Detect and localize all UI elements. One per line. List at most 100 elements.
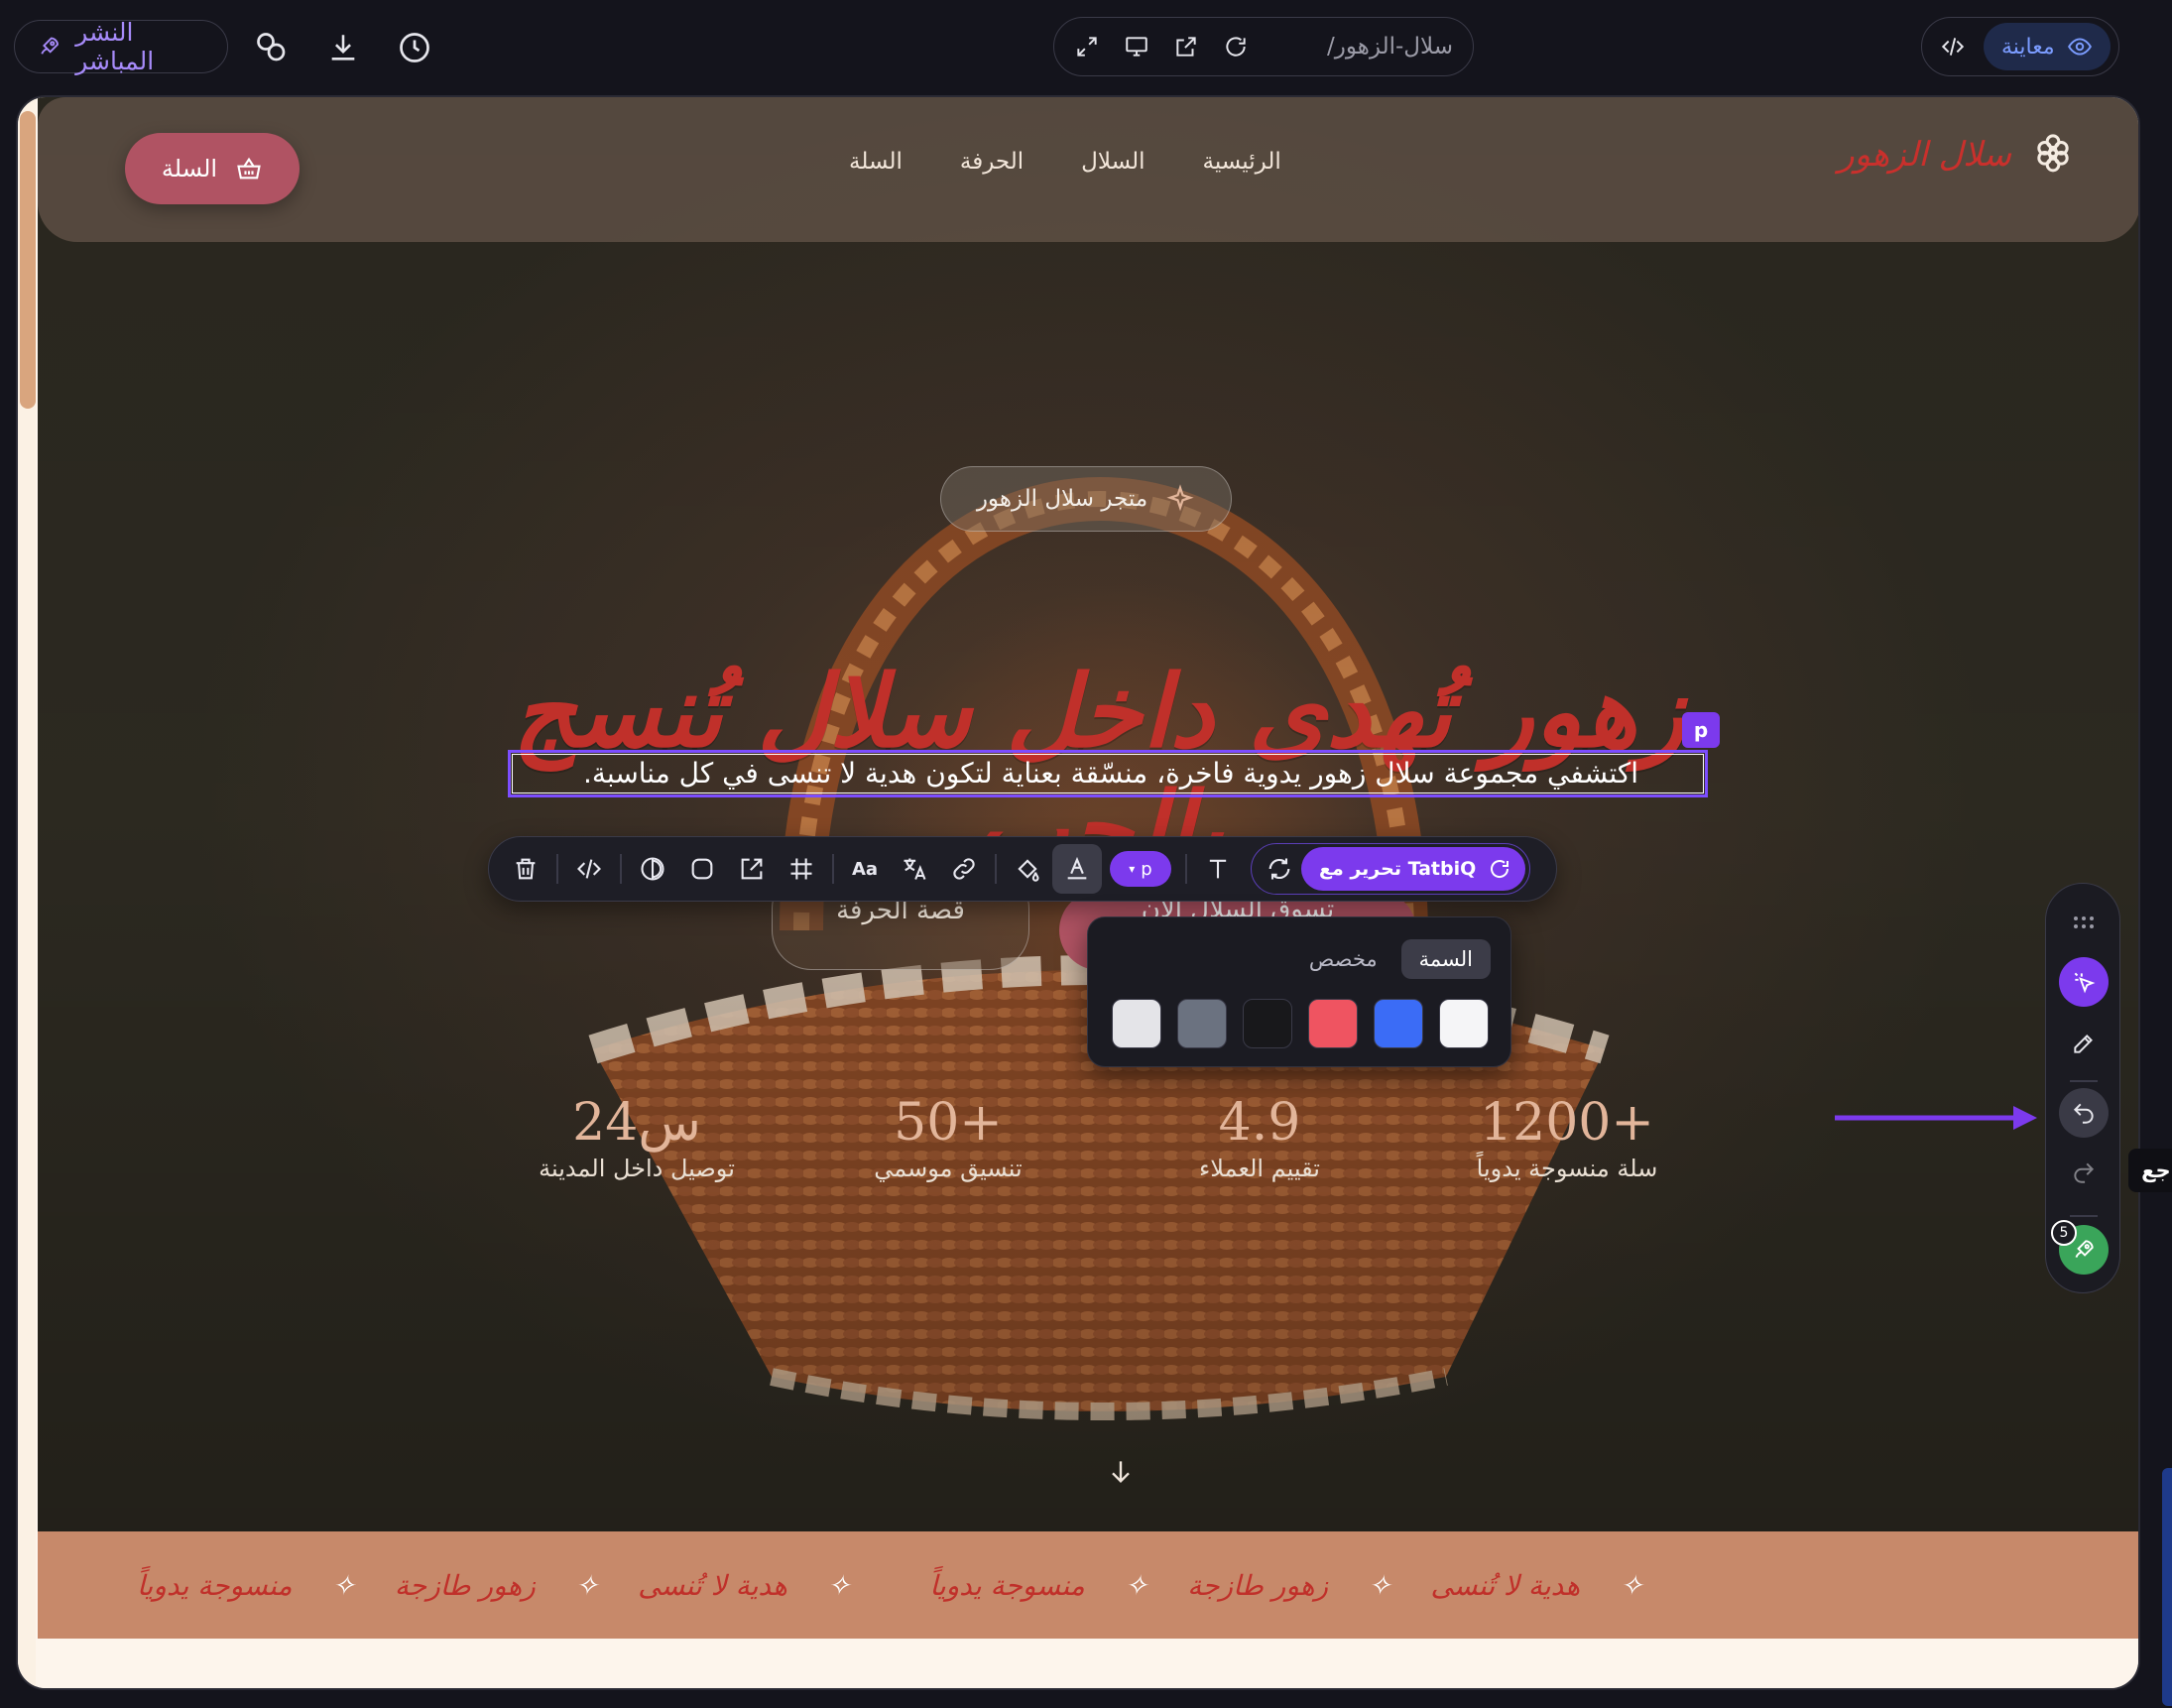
edge-panel-tab[interactable]: [2162, 1468, 2172, 1706]
chevron-down-icon: ▾: [1129, 862, 1136, 876]
sparkle-icon: ✧: [1620, 1568, 1643, 1602]
editor-topbar: النشر المباشر /سلال-الزهور معاينة: [0, 0, 2172, 94]
undo-tooltip: تراجع: [2128, 1149, 2172, 1192]
drag-handle-icon[interactable]: [2059, 898, 2109, 947]
swatch-white[interactable]: [1439, 999, 1489, 1048]
pending-changes-badge: 5: [2051, 1220, 2077, 1246]
ai-refresh-icon: [1491, 860, 1509, 878]
stat-label: تقييم العملاء: [1199, 1155, 1320, 1182]
stat-baskets: 1200+ سلة منسوجة يدوياً: [1448, 1093, 1686, 1182]
url-bar[interactable]: /سلال-الزهور: [1053, 17, 1474, 76]
badge-label: متجر سلال الزهور: [976, 486, 1148, 512]
tab-custom[interactable]: مخصص: [1309, 947, 1378, 971]
swatch-blue[interactable]: [1374, 999, 1423, 1048]
preview-label: معاينة: [2001, 34, 2055, 60]
undo-icon[interactable]: [2059, 1088, 2109, 1138]
code-icon[interactable]: [564, 844, 614, 894]
tatbiq-label: تحرير مع TatbiQ: [1319, 858, 1477, 880]
divider: [832, 854, 834, 884]
edit-with-tatbiq-button[interactable]: تحرير مع TatbiQ: [1301, 847, 1526, 891]
download-icon[interactable]: [319, 24, 367, 71]
site-navbar: السلة الرئيسية السلال الحرفة السلة سلال …: [38, 97, 2138, 242]
cart-button[interactable]: السلة: [125, 133, 300, 204]
hero-subtitle[interactable]: اكتشفي مجموعة سلال زهور يدوية فاخرة، منس…: [511, 757, 1711, 790]
edit-pen-icon[interactable]: [2059, 1019, 2109, 1068]
divider: [620, 854, 622, 884]
stat-label: توصيل داخل المدينة: [539, 1155, 735, 1182]
flower-icon: [2037, 134, 2069, 173]
marquee-strip: منسوجة يدوياً ✧ زهور طازجة ✧ هدية لا تُنسى…: [38, 1531, 2138, 1639]
text-color-icon[interactable]: [1052, 844, 1102, 894]
text-icon[interactable]: [1193, 844, 1243, 894]
marquee-item: منسوجة يدوياً ✧: [137, 1568, 355, 1602]
nav-link-craft[interactable]: الحرفة: [960, 149, 1024, 175]
cart-label: السلة: [161, 155, 218, 183]
basket-icon: [237, 157, 261, 180]
font-size-icon[interactable]: Aa: [840, 844, 890, 894]
stat-label: تنسيق موسمي: [874, 1155, 1023, 1182]
nav-link-baskets[interactable]: السلال: [1081, 149, 1145, 175]
divider: [995, 854, 997, 884]
publish-live-button[interactable]: النشر المباشر: [14, 18, 228, 75]
selected-paragraph[interactable]: اكتشفي مجموعة سلال زهور يدوية فاخرة، منس…: [508, 750, 1708, 797]
preview-group: معاينة: [1921, 17, 2119, 76]
marquee-item: هدية لا تُنسى ✧: [638, 1568, 851, 1602]
border-radius-icon[interactable]: [677, 844, 727, 894]
link-icon[interactable]: [939, 844, 989, 894]
swatch-light-grey[interactable]: [1112, 999, 1161, 1048]
swatch-red[interactable]: [1308, 999, 1358, 1048]
marquee-item: زهور طازجة ✧: [394, 1568, 599, 1602]
canvas-scrollbar[interactable]: [18, 97, 36, 1688]
regenerate-icon[interactable]: [1266, 855, 1293, 883]
sparkle-icon: ✧: [331, 1568, 355, 1602]
stat-value: 4.9: [1218, 1093, 1301, 1153]
opacity-icon[interactable]: [628, 844, 677, 894]
resize-icon[interactable]: [727, 844, 777, 894]
marquee-item: منسوجة يدوياً ✧: [929, 1568, 1148, 1602]
swatch-grey[interactable]: [1177, 999, 1227, 1048]
divider: [1185, 854, 1187, 884]
sparkle-icon: ✧: [574, 1568, 599, 1602]
swatch-black[interactable]: [1243, 999, 1292, 1048]
divider: [2070, 1215, 2098, 1217]
stat-label: سلة منسوجة يدوياً: [1476, 1155, 1658, 1182]
translate-icon[interactable]: [890, 844, 939, 894]
craft-story-label: قصة الحرفة: [836, 896, 965, 925]
element-type-dropdown[interactable]: ▾ p: [1110, 851, 1171, 887]
fill-color-icon[interactable]: [1003, 844, 1052, 894]
stat-delivery: 24س توصيل داخل المدينة: [518, 1093, 756, 1182]
element-toolbar: Aa ▾ p تحرير مع TatbiQ: [488, 836, 1557, 902]
divider: [2070, 1080, 2098, 1082]
sparkle-icon: ✧: [826, 1568, 851, 1602]
nav-links: الرئيسية السلال الحرفة السلة: [849, 149, 1281, 175]
refresh-icon[interactable]: [1223, 34, 1249, 60]
desktop-icon[interactable]: [1124, 34, 1149, 60]
rocket-icon: [41, 37, 59, 55]
sparkle-icon: ✧: [1368, 1568, 1391, 1602]
site-logo[interactable]: سلال الزهور: [1838, 133, 2073, 177]
eye-icon: [2067, 38, 2092, 56]
scroll-down-icon[interactable]: [1105, 1456, 1137, 1492]
versions-icon[interactable]: [248, 24, 296, 71]
swatch-row: [1112, 999, 1489, 1048]
element-type-label: p: [1141, 858, 1152, 880]
grid-icon[interactable]: [777, 844, 826, 894]
ai-edit-group: تحرير مع TatbiQ: [1251, 843, 1531, 895]
preview-button[interactable]: معاينة: [1984, 23, 2111, 70]
code-view-icon[interactable]: [1940, 34, 1966, 60]
redo-icon[interactable]: [2059, 1148, 2109, 1197]
stat-value: 24س: [572, 1093, 701, 1153]
nav-link-home[interactable]: الرئيسية: [1203, 149, 1281, 175]
divider: [556, 854, 558, 884]
url-path: /سلال-الزهور: [1327, 34, 1453, 60]
page-bottom: [38, 1639, 2138, 1688]
tab-theme[interactable]: السمة: [1400, 939, 1491, 979]
delete-icon[interactable]: [501, 844, 550, 894]
history-icon[interactable]: [391, 24, 438, 71]
expand-icon[interactable]: [1074, 34, 1100, 60]
select-tool-icon[interactable]: [2059, 957, 2109, 1007]
nav-link-cart[interactable]: السلة: [849, 149, 903, 175]
external-link-icon[interactable]: [1173, 34, 1199, 60]
sparkle-icon: ✧: [1124, 1568, 1148, 1602]
scroll-thumb[interactable]: [20, 111, 36, 409]
